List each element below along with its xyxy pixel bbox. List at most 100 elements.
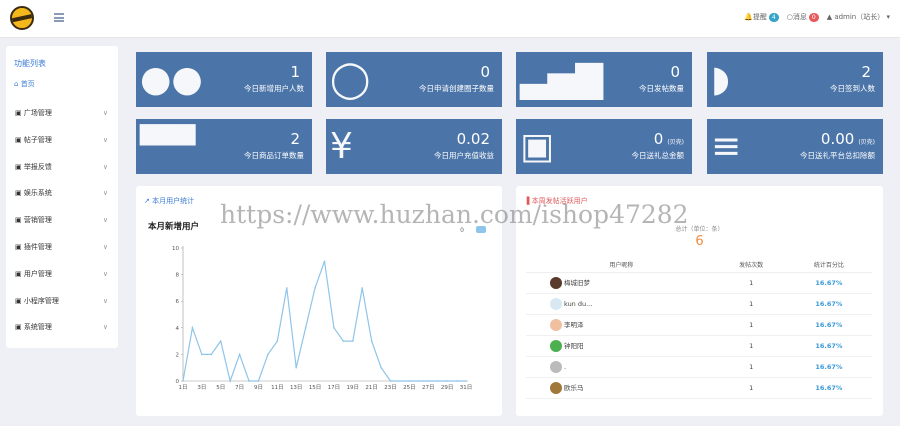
- column-header: 统计百分比: [785, 258, 872, 273]
- sidebar-item-home[interactable]: ⌂ 首页: [6, 74, 118, 100]
- sidebar-item-0[interactable]: ▣ 广场管理 ∨: [6, 100, 118, 127]
- stat-card[interactable]: ▀▀ 2 今日商品订单数量: [136, 119, 312, 174]
- chevron-down-icon: ∨: [102, 269, 108, 278]
- column-header: 发帖次数: [716, 258, 786, 273]
- percentage: 16.67%: [785, 272, 872, 294]
- stat-card[interactable]: ≡ 0.00 (贝壳) 今日送礼平台总扣除额: [707, 119, 883, 174]
- data-point: [314, 287, 316, 289]
- x-tick-label: 23日: [384, 384, 397, 391]
- top-bar: 🔔提醒 4 ○消息 0 ▲ admin（站长） ▾: [0, 0, 900, 38]
- sidebar-item-8[interactable]: ▣ 系统管理 ∨: [6, 314, 118, 341]
- users-icon: ●●: [140, 59, 203, 100]
- user-name: 欧乐马: [564, 383, 584, 392]
- flag-icon: ▣: [15, 162, 22, 171]
- chevron-down-icon: ∨: [102, 216, 108, 225]
- stat-card[interactable]: ▣ 0 (贝壳) 今日送礼总金额: [516, 119, 692, 174]
- wand-icon: ▣: [15, 216, 22, 225]
- alerts-button[interactable]: 🔔提醒 4: [744, 12, 779, 22]
- post-count: 1: [716, 377, 786, 399]
- table-row[interactable]: 钟阳阳 1 16.67%: [526, 335, 872, 357]
- x-tick-label: 21日: [365, 384, 378, 391]
- x-tick-label: 5日: [216, 384, 225, 391]
- x-tick-label: 15日: [309, 384, 322, 391]
- sidebar-item-3[interactable]: ▣ 娱乐系统 ∨: [6, 180, 118, 207]
- sidebar-item-label: 插件管理: [23, 242, 52, 251]
- planet-logo-icon[interactable]: [10, 6, 34, 30]
- sidebar-item-1[interactable]: ▣ 帖子管理 ∨: [6, 127, 118, 154]
- chevron-down-icon: ∨: [102, 323, 108, 332]
- table-row[interactable]: 欧乐马 1 16.67%: [526, 377, 872, 399]
- y-tick-label: 2: [176, 352, 180, 358]
- avatar: [550, 318, 562, 331]
- home-icon: ⌂: [14, 80, 19, 88]
- table-row[interactable]: 李明泽 1 16.67%: [526, 314, 872, 336]
- percentage: 16.67%: [785, 356, 872, 378]
- messages-button[interactable]: ○消息 0: [787, 12, 819, 22]
- sidebar-item-5[interactable]: ▣ 插件管理 ∨: [6, 234, 118, 261]
- column-header: 用户昵称: [526, 258, 717, 273]
- stat-label: 今日发帖数量: [639, 84, 684, 93]
- messages-badge: 0: [808, 13, 819, 22]
- user-menu[interactable]: ▲ admin（站长） ▾: [827, 12, 890, 22]
- chevron-down-icon: ∨: [102, 109, 108, 117]
- data-point: [210, 353, 213, 356]
- sidebar-item-label: 营销管理: [23, 216, 52, 225]
- x-tick-label: 9日: [254, 384, 263, 391]
- percentage: 16.67%: [785, 335, 872, 357]
- stat-card[interactable]: ◗ 2 今日签到人数: [707, 52, 883, 107]
- data-point: [333, 327, 335, 329]
- avatar: [550, 339, 562, 352]
- table-row[interactable]: . 1 16.67%: [526, 356, 872, 378]
- sidebar-item-label: 娱乐系统: [23, 189, 52, 198]
- sidebar-item-2[interactable]: ▣ 举报反馈 ∨: [6, 154, 118, 181]
- sidebar-item-label: 用户管理: [23, 269, 52, 278]
- messages-label: 消息: [792, 13, 807, 21]
- sidebar-item-4[interactable]: ▣ 营销管理 ∨: [6, 207, 118, 234]
- percentage: 16.67%: [785, 293, 872, 315]
- user-label: admin（站长）: [834, 13, 885, 21]
- x-tick-label: 25日: [403, 384, 416, 391]
- table-row[interactable]: 梅城旧梦 1 16.67%: [526, 272, 872, 294]
- gift-icon: ▣: [520, 126, 555, 167]
- x-tick-label: 27日: [422, 384, 435, 391]
- chevron-down-icon: ∨: [102, 189, 108, 198]
- x-tick-label: 19日: [347, 384, 360, 391]
- stat-label: 今日送礼平台总扣除额: [800, 151, 875, 160]
- stat-card[interactable]: ◯ 0 今日申请创建圈子数量: [326, 52, 502, 107]
- x-tick-label: 1日: [179, 384, 188, 391]
- user-name: 梅城旧梦: [564, 278, 590, 287]
- stat-card[interactable]: ●● 1 今日新增用户人数: [136, 52, 312, 107]
- data-point: [248, 380, 250, 382]
- bell-icon: 🔔: [744, 13, 753, 21]
- x-tick-label: 17日: [328, 384, 341, 391]
- avatar: [550, 360, 562, 373]
- user-name: 李明泽: [564, 320, 584, 329]
- menu-toggle-icon[interactable]: [54, 13, 64, 22]
- data-point: [446, 380, 448, 382]
- chevron-down-icon: ∨: [102, 162, 108, 171]
- data-point: [276, 340, 279, 342]
- user-name: 钟阳阳: [564, 341, 584, 350]
- sidebar-item-label: 举报反馈: [23, 162, 52, 171]
- stat-label: 今日送礼总金额: [631, 151, 685, 160]
- data-point: [295, 366, 297, 369]
- sidebar-item-6[interactable]: ▣ 用户管理 ∨: [6, 261, 118, 288]
- x-tick-label: 29日: [441, 384, 454, 391]
- data-point: [182, 380, 184, 382]
- grid-icon: ▣: [15, 109, 22, 117]
- data-point: [399, 380, 401, 382]
- sidebar-title: 功能列表: [14, 59, 46, 68]
- stat-card[interactable]: ▃▅▇ 0 今日发帖数量: [516, 52, 692, 107]
- data-point: [342, 340, 345, 342]
- data-point: [285, 287, 288, 289]
- data-point: [361, 287, 364, 289]
- stat-card[interactable]: ¥0.02 今日用户充值收益: [326, 119, 502, 174]
- sidebar-item-7[interactable]: ▣ 小程序管理 ∨: [6, 288, 118, 315]
- sidebar: 功能列表 ⌂ 首页 ▣ 广场管理 ∨ ▣ 帖子管理 ∨ ▣ 举报反馈 ∨ ▣ 娱乐系统 ∨ ▣ …: [6, 46, 118, 348]
- table-row[interactable]: kun du... 1 16.67%: [526, 293, 872, 315]
- total-value: 6: [695, 234, 704, 249]
- y-tick-label: 8: [176, 273, 180, 279]
- y-tick-label: 6: [176, 299, 180, 305]
- data-point: [219, 340, 222, 342]
- post-count: 1: [716, 293, 786, 315]
